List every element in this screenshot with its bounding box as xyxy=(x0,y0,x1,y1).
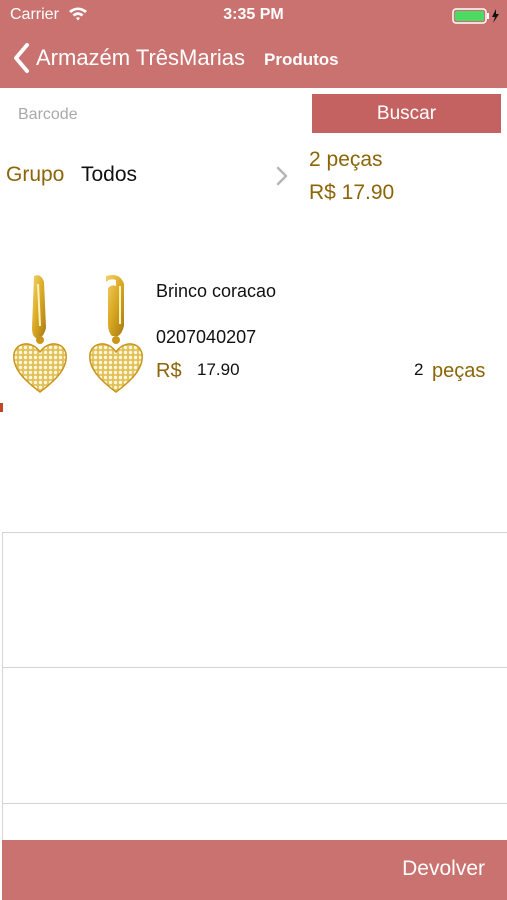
earrings-image xyxy=(8,270,148,400)
battery-icon xyxy=(452,8,502,29)
product-quantity-unit: peças xyxy=(432,360,486,382)
product-price: 17.90 xyxy=(197,360,240,379)
group-label: Grupo xyxy=(6,163,65,186)
navigation-bar: Armazém TrêsMarias Produtos xyxy=(0,36,507,80)
empty-row xyxy=(2,532,507,668)
left-earring xyxy=(13,275,67,393)
group-selector[interactable]: Todos xyxy=(81,163,137,187)
summary-quantity: 2 peças xyxy=(309,148,383,171)
list-edge-marker xyxy=(0,403,3,412)
product-code: 0207040207 xyxy=(156,327,257,347)
right-earring xyxy=(89,275,143,393)
product-currency: R$ xyxy=(156,360,182,382)
return-button[interactable]: Devolver xyxy=(402,857,485,881)
product-row[interactable]: Brinco coracao 0207040207 R$ 17.90 2 peç… xyxy=(0,248,507,408)
back-chevron-icon[interactable] xyxy=(12,42,30,79)
product-name: Brinco coracao xyxy=(156,281,277,301)
summary-total: R$ 17.90 xyxy=(309,181,395,204)
empty-row xyxy=(2,803,507,841)
product-quantity: 2 xyxy=(414,360,424,379)
bottom-bar: Devolver xyxy=(2,840,507,900)
chevron-right-icon[interactable] xyxy=(275,166,289,191)
top-bar: Carrier 3:35 PM Armazém TrêsMarias Produ… xyxy=(0,0,507,88)
clock: 3:35 PM xyxy=(223,6,284,23)
empty-row xyxy=(2,667,507,804)
back-button-label[interactable]: Armazém TrêsMarias xyxy=(36,45,245,71)
page-title: Produtos xyxy=(264,50,339,69)
search-button[interactable]: Buscar xyxy=(312,94,501,133)
barcode-input[interactable] xyxy=(18,103,298,127)
status-bar: Carrier 3:35 PM xyxy=(0,0,507,30)
